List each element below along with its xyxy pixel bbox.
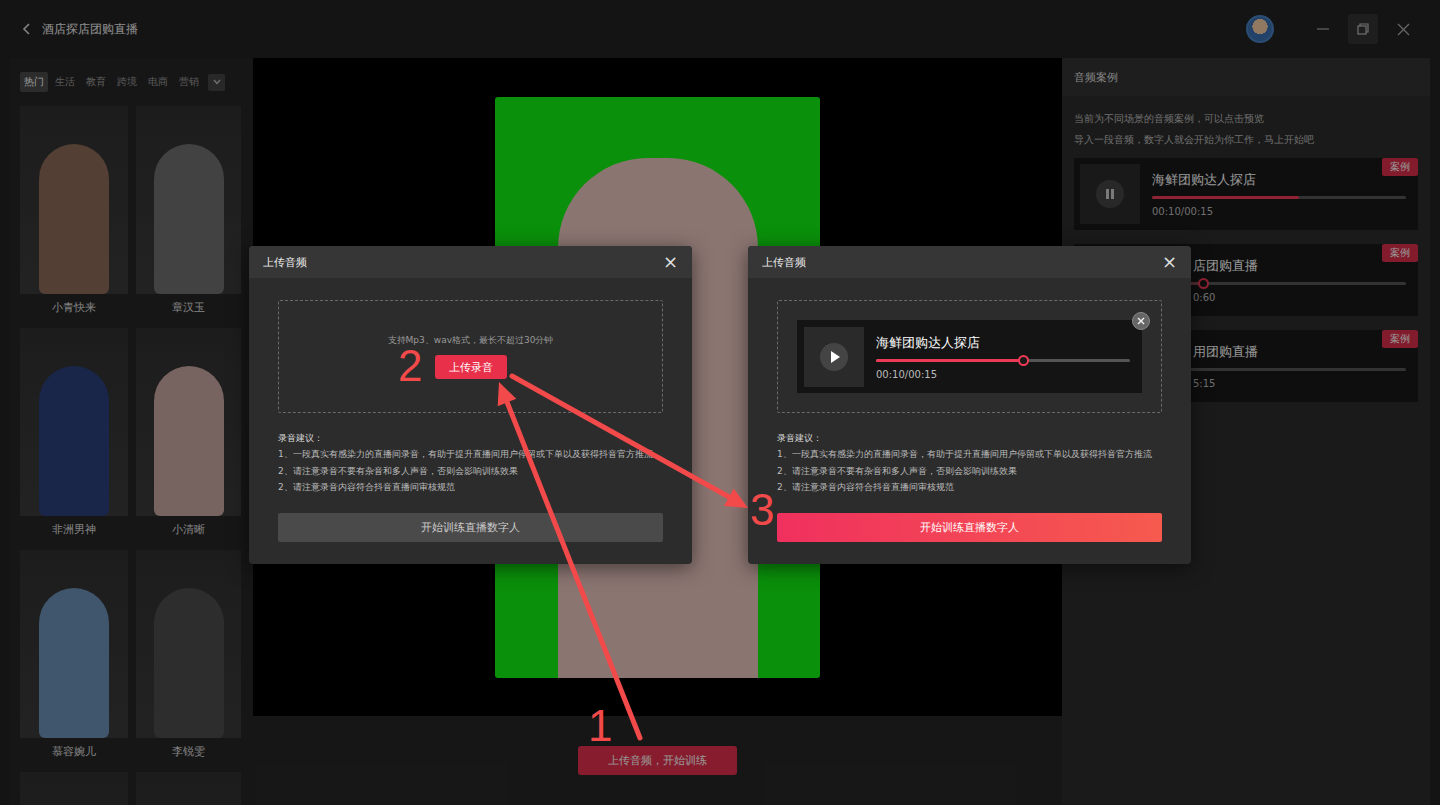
dialog-header: 上传音频 × <box>249 246 692 278</box>
arrow-1-icon <box>498 382 640 738</box>
step-number: 3 <box>750 488 774 532</box>
tip-line: 1、一段真实有感染力的直播间录音，有助于提升直播间用户停留或下单以及获得抖音官方… <box>278 446 663 463</box>
tip-line: 1、一段真实有感染力的直播间录音，有助于提升直播间用户停留或下单以及获得抖音官方… <box>777 446 1162 463</box>
dialog-title: 上传音频 <box>263 255 307 270</box>
play-icon[interactable] <box>819 342 849 372</box>
dialog-body: 海鲜团购达人探店 00:10/00:15 录音建议：1、一段真实有感染力的直播间录音… <box>748 278 1191 564</box>
app-window: 酒店探店团购直播热门生活教育跨境电商营销小青快来章汉玉非洲男神小清晰慕容婉儿李锐… <box>0 0 1440 805</box>
tip-line: 2、请注意录音内容符合抖音直播间审核规范 <box>278 479 663 496</box>
dialog-body: 支持Mp3、wav格式，最长不超过30分钟上传录音录音建议：1、一段真实有感染力… <box>249 278 692 564</box>
upload-audio-dialog: 上传音频 × 支持Mp3、wav格式，最长不超过30分钟上传录音录音建议：1、一段真… <box>249 246 692 564</box>
tip-line: 2、请注意录音不要有杂音和多人声音，否则会影响训练效果 <box>777 463 1162 480</box>
dialog-header: 上传音频 × <box>748 246 1191 278</box>
progress-track[interactable] <box>876 359 1130 362</box>
tip-line: 2、请注意录音不要有杂音和多人声音，否则会影响训练效果 <box>278 463 663 480</box>
dialog-title: 上传音频 <box>762 255 806 270</box>
upload-zone[interactable]: 支持Mp3、wav格式，最长不超过30分钟上传录音 <box>278 300 663 413</box>
remove-icon[interactable] <box>1137 317 1145 325</box>
step-number: 1 <box>588 704 612 748</box>
tips-title: 录音建议： <box>278 430 663 446</box>
progress-knob[interactable] <box>1018 355 1029 366</box>
file-info: 海鲜团购达人探店 00:10/00:15 <box>876 334 1130 380</box>
file-thumbnail[interactable] <box>804 327 864 387</box>
dialog-close-button[interactable]: × <box>1162 253 1177 271</box>
uploaded-file-card: 海鲜团购达人探店 00:10/00:15 <box>797 320 1142 393</box>
start-training-button[interactable]: 开始训练直播数字人 <box>777 513 1162 542</box>
file-title: 海鲜团购达人探店 <box>876 334 1130 352</box>
start-training-button: 开始训练直播数字人 <box>278 513 663 542</box>
upload-zone: 海鲜团购达人探店 00:10/00:15 <box>777 300 1162 413</box>
upload-recording-button[interactable]: 上传录音 <box>435 355 507 379</box>
file-time: 00:10/00:15 <box>876 369 1130 380</box>
remove-file-button[interactable] <box>1132 312 1150 330</box>
modal-backdrop <box>0 0 1440 805</box>
progress-fill <box>876 359 1023 362</box>
arrow-2-icon <box>512 376 748 508</box>
dialog-close-button[interactable]: × <box>663 253 678 271</box>
tips-title: 录音建议： <box>777 430 1162 446</box>
step-number: 2 <box>398 344 422 388</box>
tip-line: 2、请注意录音内容符合抖音直播间审核规范 <box>777 479 1162 496</box>
upload-audio-dialog: 上传音频 × 海鲜团购达人探店 00:10/00:15 录音建议：1、一段真实有感染力的… <box>748 246 1191 564</box>
